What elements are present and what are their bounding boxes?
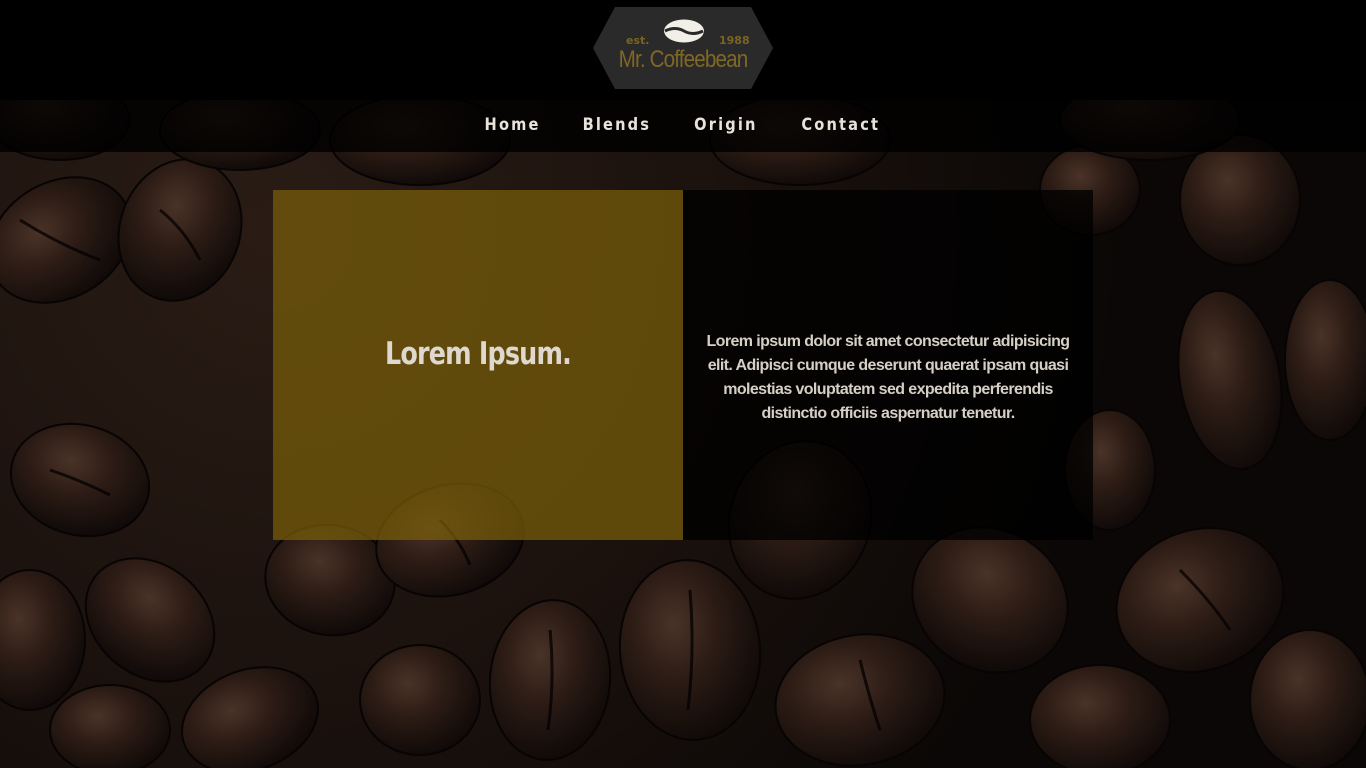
- hero-text-panel: Lorem ipsum dolor sit amet consectetur a…: [683, 190, 1093, 540]
- nav-item-home[interactable]: Home: [484, 115, 540, 135]
- hero-title: Lorem Ipsum.: [385, 336, 572, 372]
- nav-list: Home Blends Origin Contact: [0, 115, 1366, 135]
- logo[interactable]: est. 1988 Mr. Coffeebean: [593, 7, 773, 89]
- nav-item-origin[interactable]: Origin: [694, 115, 757, 135]
- hero-text: Lorem ipsum dolor sit amet consectetur a…: [706, 333, 1071, 422]
- logo-brand-name: Mr. Coffeebean: [618, 46, 749, 73]
- main-nav: Home Blends Origin Contact: [0, 100, 1366, 152]
- nav-item-blends[interactable]: Blends: [583, 115, 652, 135]
- nav-item-contact[interactable]: Contact: [801, 115, 880, 135]
- hero-title-panel: Lorem Ipsum.: [273, 190, 683, 540]
- site-header: est. 1988 Mr. Coffeebean: [0, 0, 1366, 100]
